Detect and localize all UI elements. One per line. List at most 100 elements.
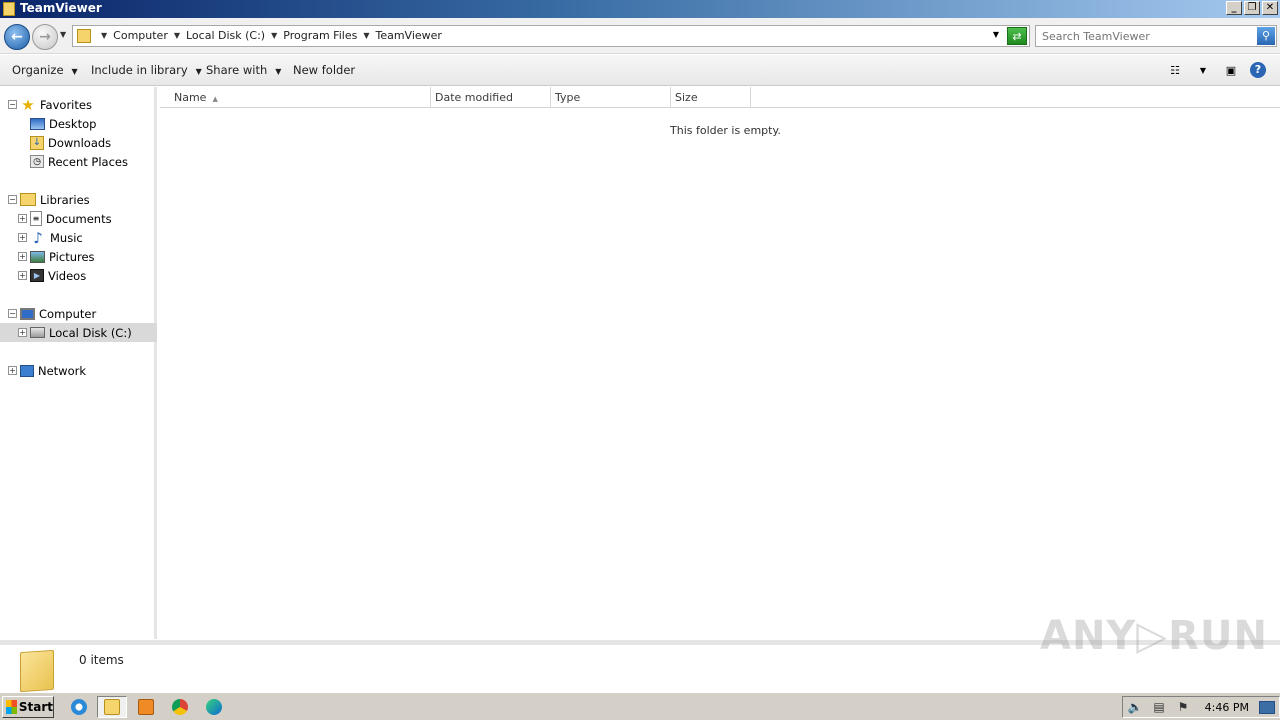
downloads-icon: ↓ <box>30 135 44 150</box>
internet-explorer-icon <box>71 699 87 715</box>
column-size[interactable]: Size <box>671 87 751 108</box>
taskbar-edge[interactable] <box>199 696 229 718</box>
collapse-computer-toggle[interactable]: − <box>8 309 17 318</box>
share-with-button[interactable]: Share with ▼ <box>206 63 281 77</box>
folder-icon <box>104 699 120 715</box>
action-center-flag-icon[interactable]: ⚑ <box>1175 700 1191 714</box>
nav-music-label: Music <box>50 230 83 245</box>
nav-music[interactable]: ♪ Music <box>30 228 83 247</box>
folder-icon <box>3 2 15 16</box>
nav-libraries[interactable]: Libraries <box>20 190 90 209</box>
arrow-right-icon: → <box>39 29 51 45</box>
preview-pane-icon: ▣ <box>1225 63 1237 77</box>
nav-computer[interactable]: Computer <box>20 304 96 323</box>
breadcrumb-program-files[interactable]: Program Files <box>283 29 357 42</box>
address-row: ← → ▼ ▼ Computer ▼ Local Disk (C:) ▼ Pro… <box>0 18 1280 54</box>
column-date-modified[interactable]: Date modified <box>431 87 551 108</box>
refresh-icon: ⇄ <box>1012 30 1022 43</box>
organize-button[interactable]: Organize ▼ <box>12 63 78 77</box>
breadcrumb-local-disk[interactable]: Local Disk (C:) <box>186 29 265 42</box>
breadcrumb: ▼ Computer ▼ Local Disk (C:) ▼ Program F… <box>95 29 442 42</box>
folder-icon <box>77 29 91 43</box>
column-name[interactable]: Name ▲ <box>160 87 431 108</box>
taskbar-windows-explorer[interactable] <box>97 696 127 718</box>
start-label: Start <box>18 700 53 714</box>
recent-pages-dropdown[interactable]: ▼ <box>60 30 66 39</box>
command-bar: Organize ▼ Include in library ▼ Share with… <box>0 55 1280 86</box>
chevron-down-icon[interactable]: ▼ <box>271 31 277 40</box>
edge-icon <box>206 699 222 715</box>
preview-pane-button[interactable]: ▣ <box>1222 61 1240 79</box>
nav-favorites[interactable]: ★ Favorites <box>20 95 92 114</box>
taskbar-media-player[interactable] <box>131 696 161 718</box>
close-button[interactable]: ✕ <box>1262 1 1278 15</box>
expand-local-disk-toggle[interactable]: + <box>18 328 27 337</box>
recent-places-icon: ◷ <box>30 155 44 168</box>
column-type[interactable]: Type <box>551 87 671 108</box>
start-button[interactable]: Start <box>2 696 54 718</box>
clock[interactable]: 4:46 PM <box>1205 701 1249 714</box>
restore-button[interactable]: ❐ <box>1244 1 1260 15</box>
nav-downloads[interactable]: ↓ Downloads <box>30 133 111 152</box>
include-in-library-button[interactable]: Include in library ▼ <box>91 63 202 77</box>
refresh-button[interactable]: ⇄ <box>1007 27 1027 45</box>
expand-music-toggle[interactable]: + <box>18 233 27 242</box>
file-list[interactable]: Name ▲ Date modified Type Size This folde… <box>160 87 1280 639</box>
nav-local-disk-label: Local Disk (C:) <box>49 325 132 340</box>
show-desktop-button[interactable] <box>1259 701 1275 714</box>
search-input[interactable] <box>1036 26 1254 46</box>
nav-videos[interactable]: ▶ Videos <box>30 266 86 285</box>
forward-button[interactable]: → <box>32 24 58 50</box>
navigation-pane[interactable]: − ★ Favorites Desktop ↓ Downloads ◷ Recent … <box>0 87 157 639</box>
address-bar[interactable]: ▼ Computer ▼ Local Disk (C:) ▼ Program F… <box>72 25 1030 47</box>
nav-favorites-label: Favorites <box>40 97 92 112</box>
chevron-down-icon[interactable]: ▼ <box>101 31 107 40</box>
new-folder-button[interactable]: New folder <box>293 63 355 77</box>
expand-pictures-toggle[interactable]: + <box>18 252 27 261</box>
nav-pictures[interactable]: Pictures <box>30 247 95 266</box>
taskbar: Start 🔈 ▤ ⚑ 4:46 PM <box>0 692 1280 720</box>
network-icon <box>20 364 34 377</box>
share-with-label: Share with <box>206 63 268 77</box>
nav-desktop[interactable]: Desktop <box>30 114 96 133</box>
taskbar-internet-explorer[interactable] <box>64 696 94 718</box>
address-history-dropdown[interactable]: ▼ <box>993 30 999 39</box>
nav-recent-places[interactable]: ◷ Recent Places <box>30 152 128 171</box>
nav-network[interactable]: Network <box>20 361 86 380</box>
media-player-icon <box>138 699 154 715</box>
search-icon[interactable]: ⚲ <box>1257 27 1275 45</box>
back-button[interactable]: ← <box>4 24 30 50</box>
nav-desktop-label: Desktop <box>49 116 97 131</box>
network-tray-icon[interactable]: ▤ <box>1151 700 1167 714</box>
expand-network-toggle[interactable]: + <box>8 366 17 375</box>
chevron-down-icon[interactable]: ▼ <box>363 31 369 40</box>
desktop-icon <box>30 117 45 130</box>
organize-label: Organize <box>12 63 64 77</box>
breadcrumb-computer[interactable]: Computer <box>113 29 168 42</box>
column-headers: Name ▲ Date modified Type Size <box>160 87 1280 108</box>
collapse-favorites-toggle[interactable]: − <box>8 100 17 109</box>
volume-icon[interactable]: 🔈 <box>1127 700 1143 714</box>
item-count: 0 items <box>79 653 124 667</box>
title-bar[interactable]: TeamViewer _ ❐ ✕ <box>0 0 1280 18</box>
computer-icon <box>20 307 35 320</box>
expand-videos-toggle[interactable]: + <box>18 271 27 280</box>
nav-pictures-label: Pictures <box>49 249 95 264</box>
breadcrumb-teamviewer[interactable]: TeamViewer <box>375 29 441 42</box>
collapse-libraries-toggle[interactable]: − <box>8 195 17 204</box>
view-options-dropdown[interactable]: ▼ <box>1194 61 1212 79</box>
expand-documents-toggle[interactable]: + <box>18 214 27 223</box>
change-view-button[interactable]: ☷ <box>1166 61 1184 79</box>
system-tray: 🔈 ▤ ⚑ 4:46 PM <box>1122 696 1280 718</box>
column-name-label: Name <box>174 91 207 104</box>
chevron-down-icon[interactable]: ▼ <box>174 31 180 40</box>
chevron-down-icon: ▼ <box>195 67 202 76</box>
minimize-button[interactable]: _ <box>1226 1 1242 15</box>
nav-documents[interactable]: ≡ Documents <box>30 209 112 228</box>
empty-folder-message: This folder is empty. <box>670 124 781 137</box>
libraries-icon <box>20 193 36 206</box>
help-icon[interactable]: ? <box>1250 62 1266 78</box>
chevron-down-icon: ▼ <box>275 67 282 76</box>
view-controls: ☷ ▼ ▣ ? <box>1166 61 1266 79</box>
taskbar-chrome[interactable] <box>165 696 195 718</box>
